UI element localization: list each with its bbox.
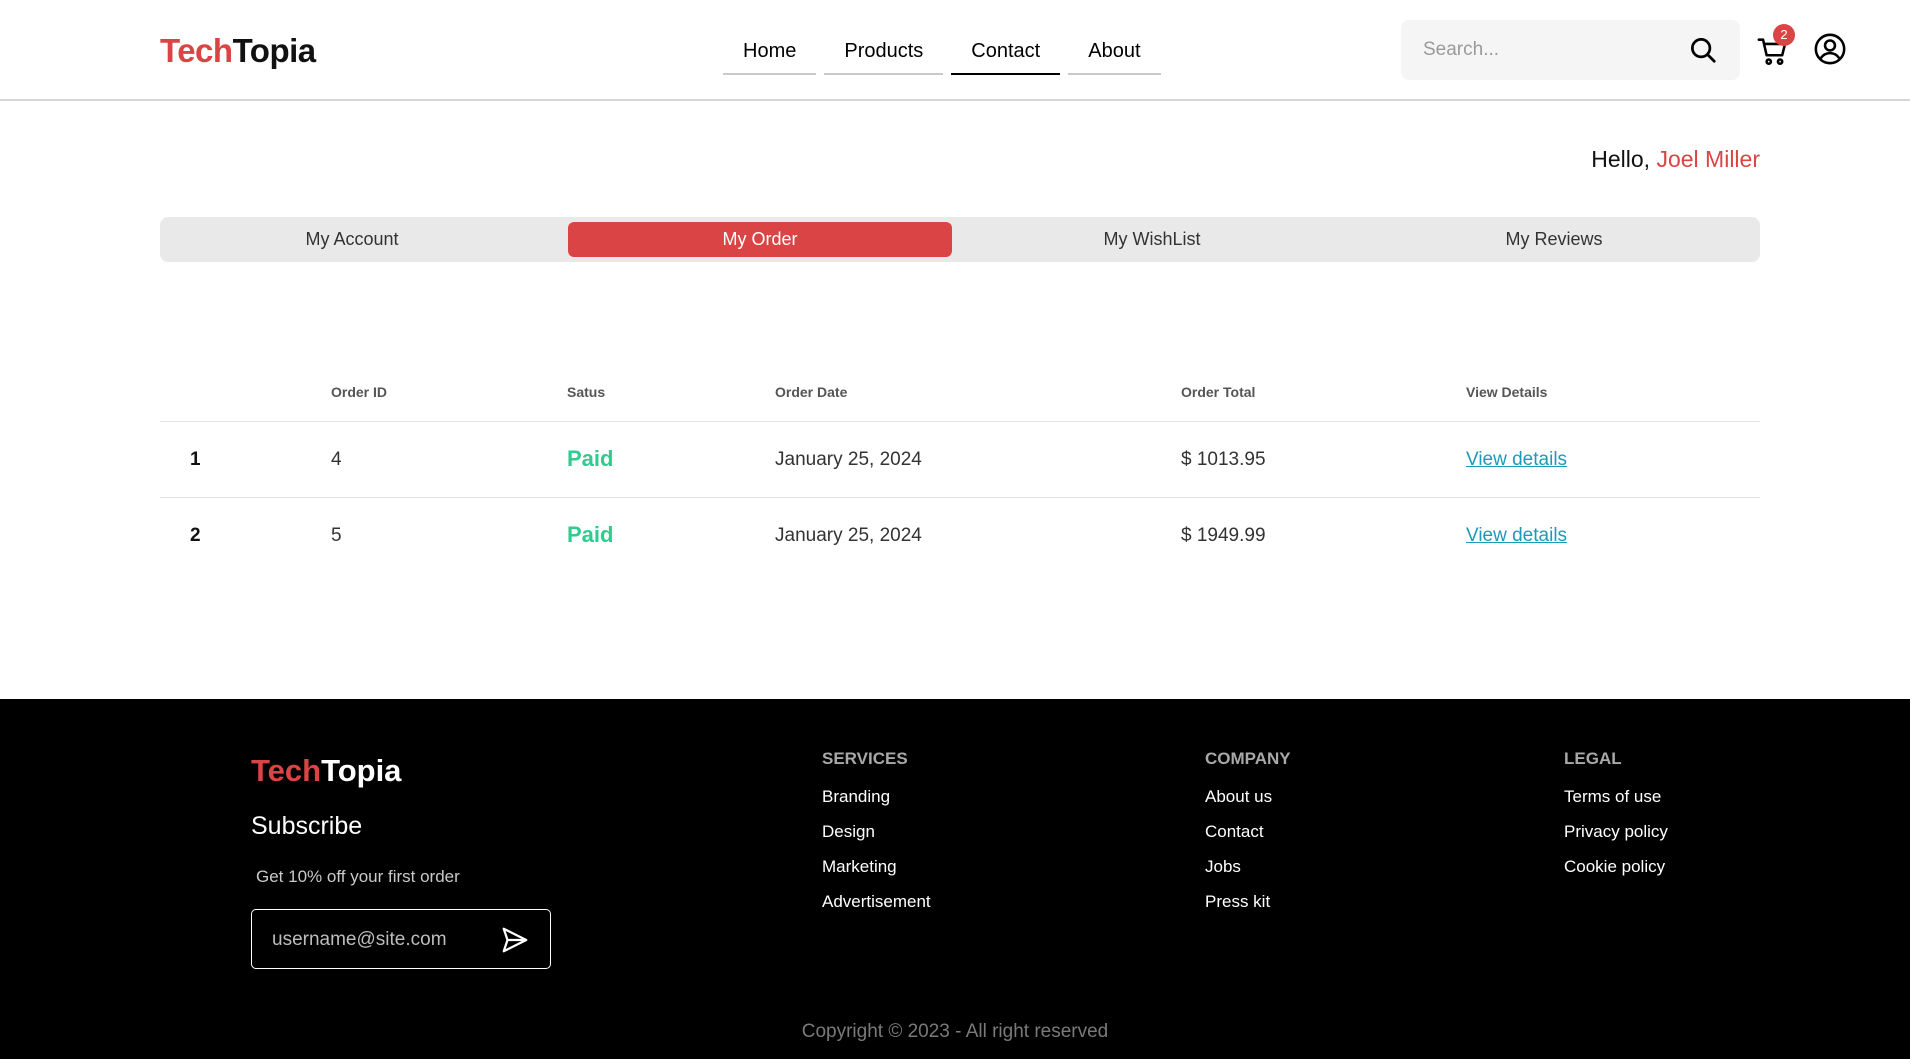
footer-col-title: LEGAL bbox=[1564, 749, 1622, 768]
footer-link-cookie[interactable]: Cookie policy bbox=[1564, 857, 1668, 880]
table-header: Order ID Satus Order Date Order Total Vi… bbox=[160, 370, 1760, 422]
footer-col-title: SERVICES bbox=[822, 749, 908, 768]
footer-col-legal: LEGAL Terms of use Privacy policy Cookie… bbox=[1564, 749, 1668, 892]
greeting-prefix: Hello, bbox=[1591, 146, 1651, 172]
footer-col-title: COMPANY bbox=[1205, 749, 1291, 768]
footer-col-company: COMPANY About us Contact Jobs Press kit bbox=[1205, 749, 1291, 927]
order-total: $ 1013.95 bbox=[1181, 449, 1266, 470]
subscribe-offer: Get 10% off your first order bbox=[256, 867, 460, 886]
search-input[interactable] bbox=[1423, 36, 1673, 64]
status-badge: Paid bbox=[567, 522, 614, 547]
orders-table: Order ID Satus Order Date Order Total Vi… bbox=[160, 370, 1760, 574]
footer-link-design[interactable]: Design bbox=[822, 822, 931, 845]
footer-link-contact[interactable]: Contact bbox=[1205, 822, 1291, 845]
footer-logo-topia: Topia bbox=[321, 753, 402, 788]
nav-contact[interactable]: Contact bbox=[951, 36, 1061, 75]
view-details-link[interactable]: View details bbox=[1466, 525, 1567, 547]
site-header: TechTopia Home Products Contact About 2 bbox=[0, 0, 1910, 101]
row-index: 2 bbox=[190, 525, 201, 546]
tab-my-wishlist[interactable]: My WishList bbox=[960, 222, 1344, 257]
subscribe-form bbox=[251, 909, 551, 969]
footer-link-about-us[interactable]: About us bbox=[1205, 787, 1291, 810]
status-badge: Paid bbox=[567, 446, 614, 471]
footer-link-privacy[interactable]: Privacy policy bbox=[1564, 822, 1668, 845]
order-id: 4 bbox=[331, 449, 342, 470]
footer-link-marketing[interactable]: Marketing bbox=[822, 857, 931, 880]
col-order-date: Order Date bbox=[775, 384, 848, 400]
footer-link-branding[interactable]: Branding bbox=[822, 787, 931, 810]
send-icon[interactable] bbox=[500, 925, 530, 955]
footer-logo-tech: Tech bbox=[251, 753, 322, 788]
view-details-link[interactable]: View details bbox=[1466, 449, 1567, 471]
order-date: January 25, 2024 bbox=[775, 525, 922, 546]
search-icon[interactable] bbox=[1688, 35, 1718, 65]
greeting-username: Joel Miller bbox=[1656, 146, 1760, 172]
footer-link-jobs[interactable]: Jobs bbox=[1205, 857, 1291, 880]
user-account-icon[interactable] bbox=[1813, 32, 1847, 66]
order-date: January 25, 2024 bbox=[775, 449, 922, 470]
tab-my-order[interactable]: My Order bbox=[568, 222, 952, 257]
footer-col-services: SERVICES Branding Design Marketing Adver… bbox=[822, 749, 931, 927]
main-nav: Home Products Contact About bbox=[719, 36, 1165, 75]
col-view-details: View Details bbox=[1466, 384, 1548, 400]
table-row: 1 4 Paid January 25, 2024 $ 1013.95 View… bbox=[160, 422, 1760, 498]
footer-logo[interactable]: TechTopia bbox=[251, 753, 401, 789]
nav-about[interactable]: About bbox=[1068, 36, 1161, 75]
order-total: $ 1949.99 bbox=[1181, 525, 1266, 546]
site-footer: TechTopia Subscribe Get 10% off your fir… bbox=[0, 699, 1910, 1059]
cart-count-badge: 2 bbox=[1773, 24, 1795, 46]
user-greeting: Hello, Joel Miller bbox=[1591, 146, 1760, 173]
search-box bbox=[1401, 20, 1740, 80]
col-status: Satus bbox=[567, 384, 606, 400]
nav-home[interactable]: Home bbox=[723, 36, 817, 75]
nav-products[interactable]: Products bbox=[824, 36, 944, 75]
logo[interactable]: TechTopia bbox=[160, 32, 316, 70]
tab-my-account[interactable]: My Account bbox=[160, 222, 544, 257]
tab-my-reviews[interactable]: My Reviews bbox=[1362, 222, 1746, 257]
row-index: 1 bbox=[190, 449, 201, 470]
footer-link-press-kit[interactable]: Press kit bbox=[1205, 892, 1291, 915]
logo-tech: Tech bbox=[160, 32, 233, 69]
footer-link-advertisement[interactable]: Advertisement bbox=[822, 892, 931, 915]
account-tabs: My Account My Order My WishList My Revie… bbox=[160, 217, 1760, 262]
col-order-total: Order Total bbox=[1181, 384, 1256, 400]
subscribe-title: Subscribe bbox=[251, 812, 363, 840]
copyright: Copyright © 2023 - All right reserved bbox=[801, 1021, 1109, 1042]
col-order-id: Order ID bbox=[331, 384, 388, 400]
logo-topia: Topia bbox=[232, 32, 317, 69]
table-row: 2 5 Paid January 25, 2024 $ 1949.99 View… bbox=[160, 498, 1760, 574]
footer-link-terms[interactable]: Terms of use bbox=[1564, 787, 1668, 810]
email-field[interactable] bbox=[272, 927, 492, 953]
order-id: 5 bbox=[331, 525, 342, 546]
